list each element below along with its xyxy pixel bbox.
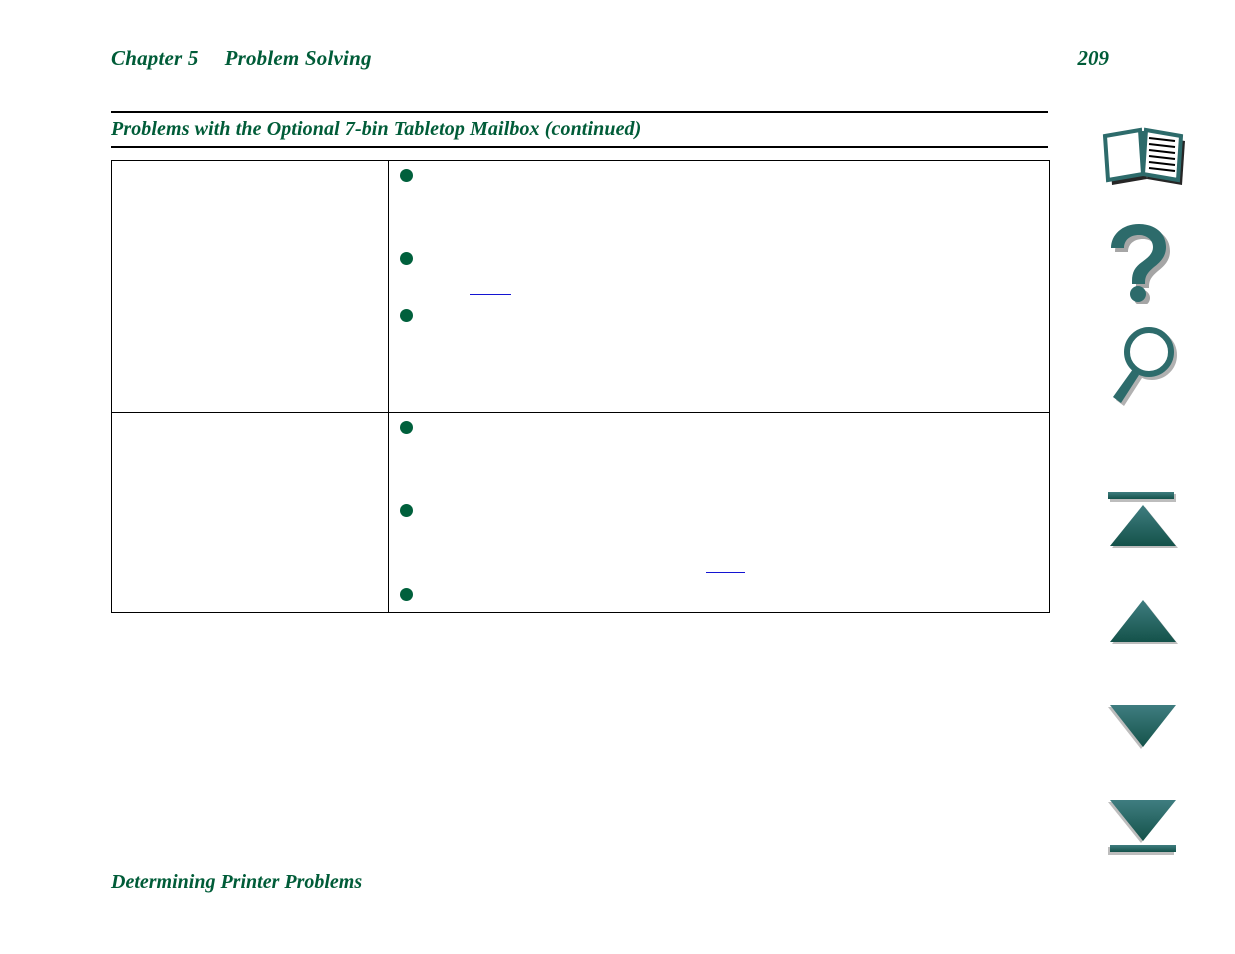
- triangle-down-bar-icon: [1106, 797, 1180, 857]
- list-item: [400, 251, 1037, 265]
- page-number: 209: [1077, 46, 1110, 70]
- bullet-dot-icon: [400, 252, 413, 265]
- footer-title: Determining Printer Problems: [111, 871, 363, 893]
- bullet-dot-icon: [400, 309, 413, 322]
- question-mark-icon: [1106, 222, 1180, 304]
- problem-solution-table: [111, 160, 1050, 613]
- bullet-dot-icon: [400, 169, 413, 182]
- document-page: Chapter 5 Problem Solving 209 Problems wi…: [0, 0, 1235, 954]
- running-header: Chapter 5 Problem Solving 209: [111, 46, 1109, 80]
- chapter-heading: Chapter 5 Problem Solving: [111, 46, 372, 71]
- heading-rule-bottom: [111, 146, 1048, 148]
- triangle-down-icon: [1106, 701, 1180, 751]
- bullet-dot-icon: [400, 588, 413, 601]
- bullet-dot-icon: [400, 421, 413, 434]
- section-title: Problems with the Optional 7-bin Tableto…: [111, 118, 642, 140]
- navigation-sidebar: [1080, 118, 1205, 878]
- search-button[interactable]: [1080, 323, 1205, 411]
- section-heading-block: Problems with the Optional 7-bin Tableto…: [111, 111, 1048, 148]
- next-page-button[interactable]: [1080, 698, 1205, 753]
- table-row: [112, 413, 1049, 612]
- cross-reference-link[interactable]: [470, 294, 511, 295]
- triangle-up-icon: [1106, 596, 1180, 646]
- solution-cell: [389, 413, 1049, 612]
- cross-reference-link[interactable]: [706, 572, 745, 573]
- list-item: [400, 420, 1037, 434]
- book-icon: [1095, 126, 1191, 188]
- help-button[interactable]: [1080, 220, 1205, 306]
- list-item: [400, 503, 1037, 517]
- table-row: [112, 161, 1049, 413]
- solution-cell: [389, 161, 1049, 412]
- bullet-dot-icon: [400, 504, 413, 517]
- triangle-up-bar-icon: [1106, 490, 1180, 548]
- problem-cell: [112, 161, 389, 412]
- magnifier-icon: [1105, 325, 1181, 409]
- list-item: [400, 308, 1037, 322]
- previous-page-button[interactable]: [1080, 593, 1205, 648]
- chapter-label: Chapter 5: [111, 46, 199, 70]
- problem-cell: [112, 413, 389, 612]
- list-item: [400, 168, 1037, 182]
- first-page-button[interactable]: [1080, 488, 1205, 550]
- list-item: [400, 587, 1037, 601]
- last-page-button[interactable]: [1080, 795, 1205, 859]
- chapter-title: Problem Solving: [224, 46, 372, 70]
- contents-button[interactable]: [1080, 118, 1205, 196]
